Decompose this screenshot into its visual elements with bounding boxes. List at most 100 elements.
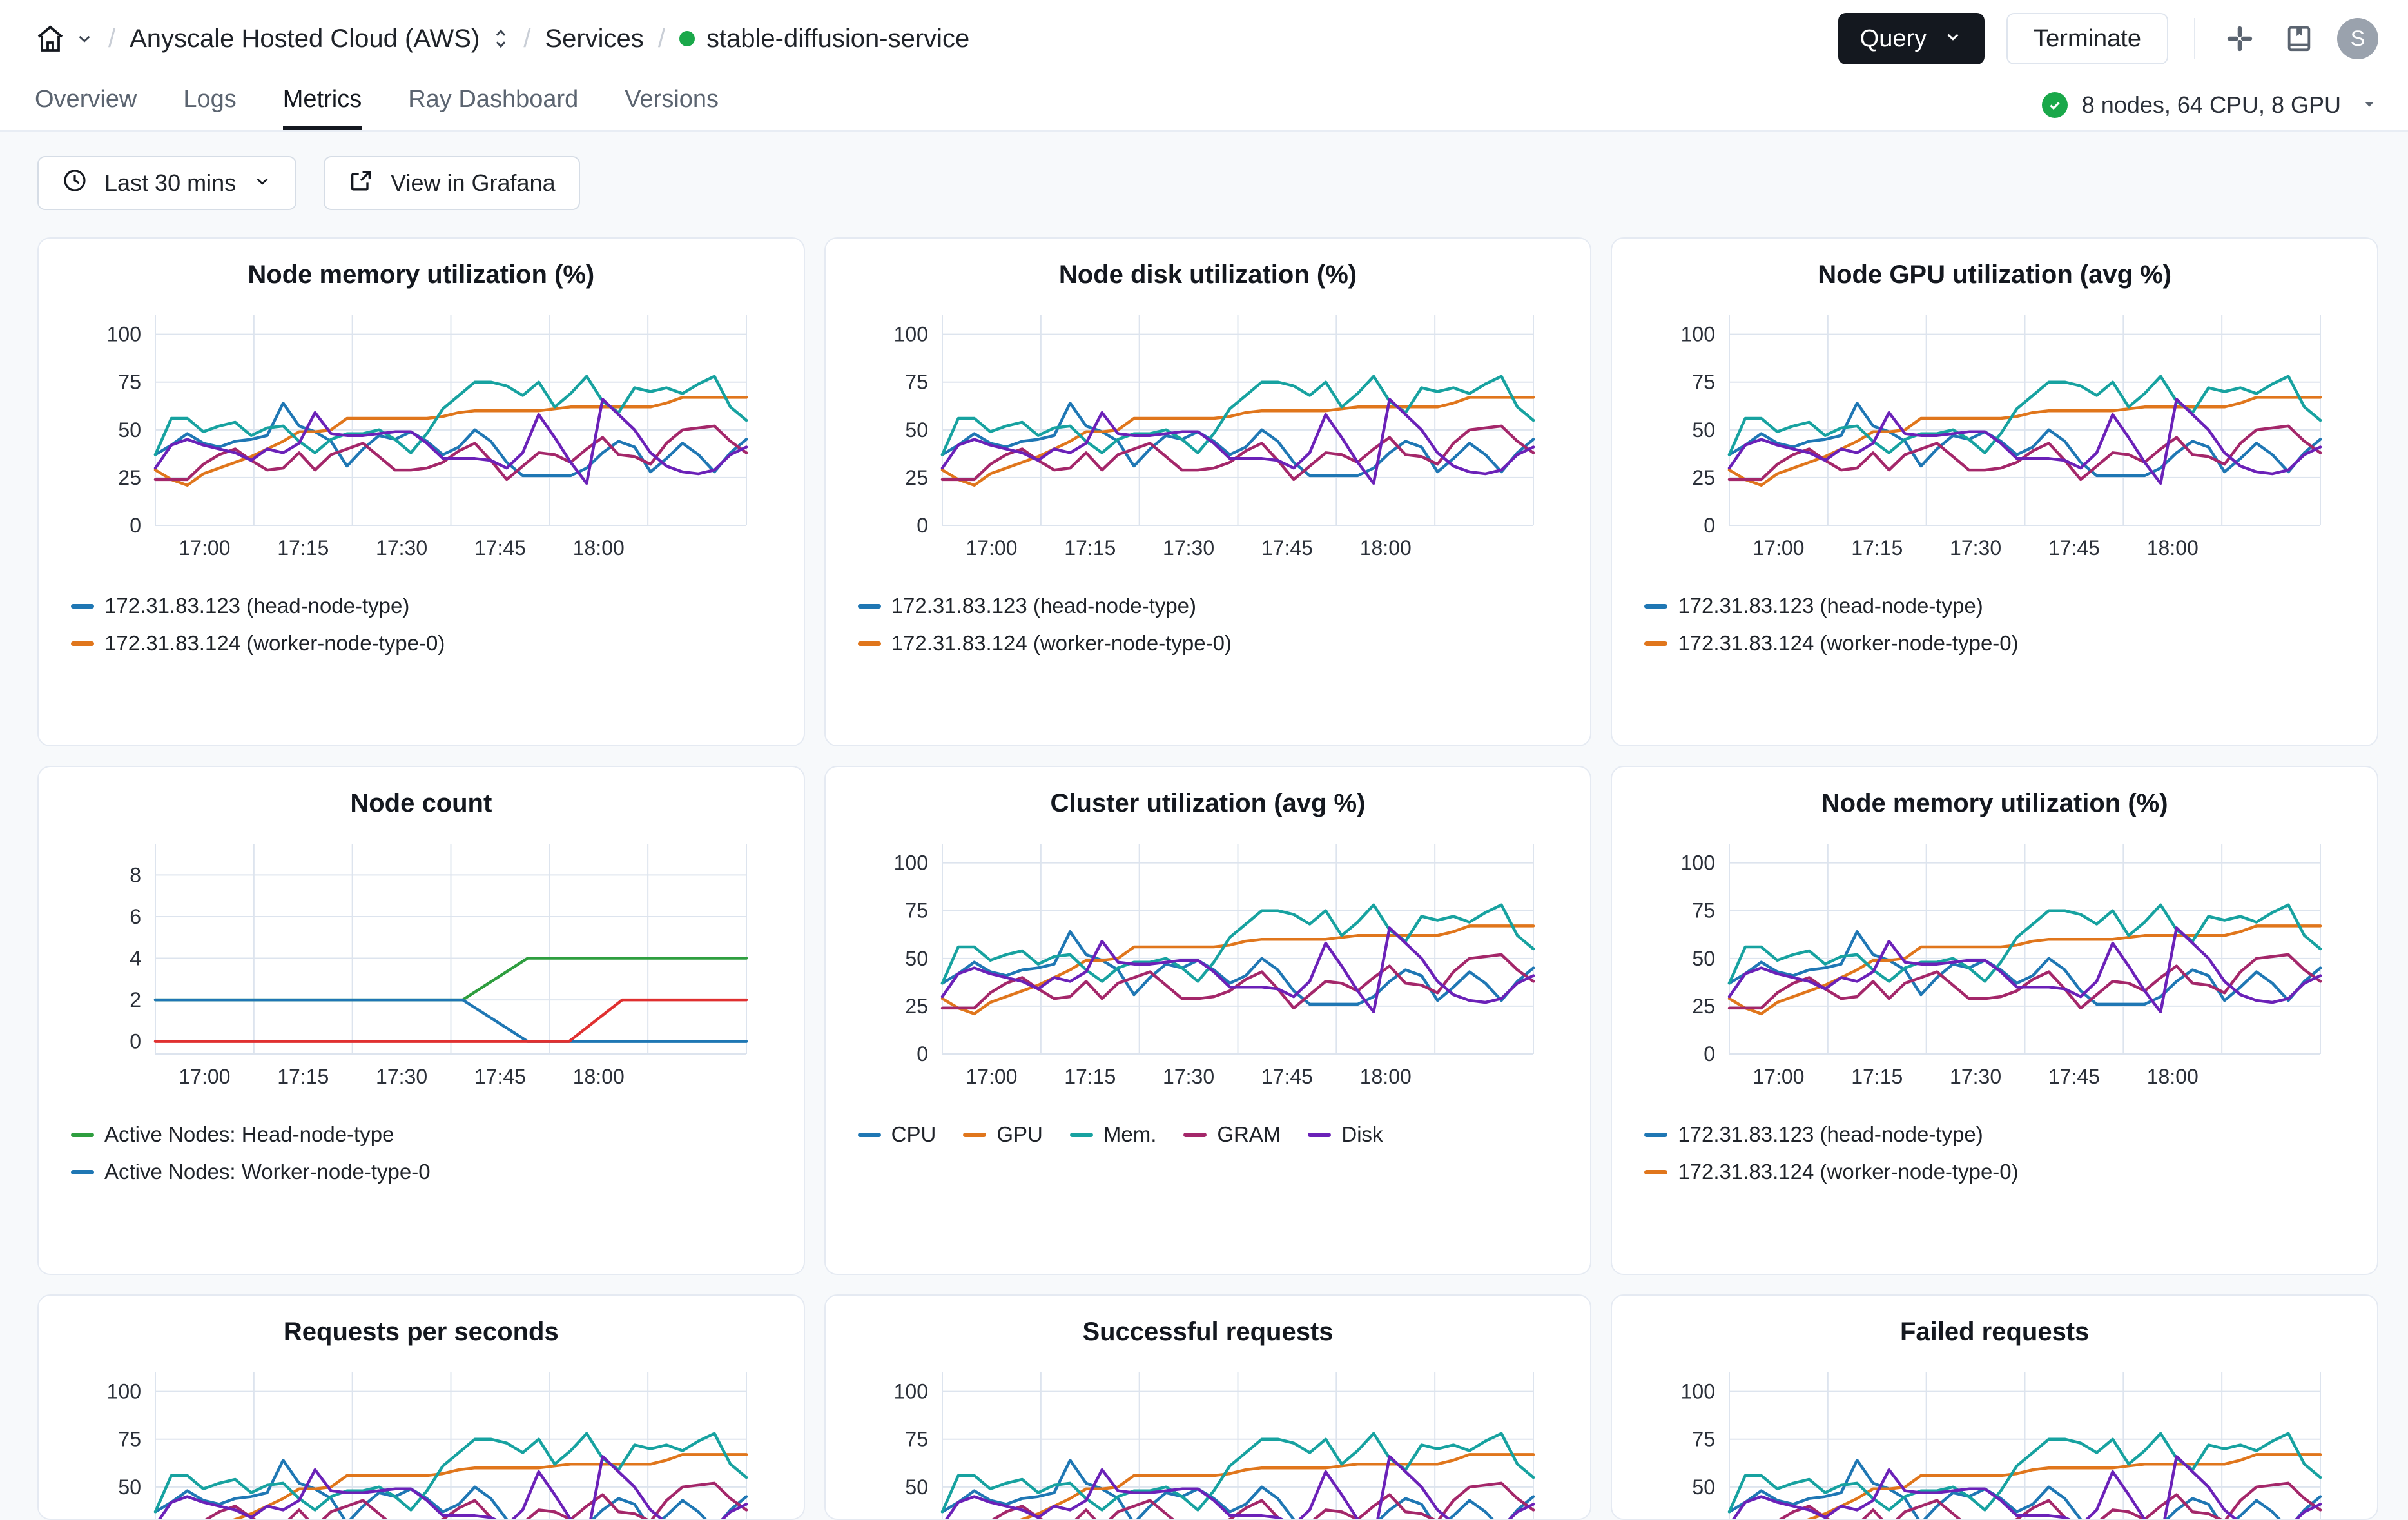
chart-card-node-memory-utilization-1: Node memory utilization (%) 0 25 50 75 100 17… — [37, 237, 805, 746]
legend-label: GRAM — [1217, 1122, 1281, 1146]
legend-item[interactable]: 172.31.83.123 (head-node-type) — [1644, 594, 2358, 618]
legend-item[interactable]: 172.31.83.123 (head-node-type) — [71, 594, 784, 618]
chart-plot[interactable]: 0 25 50 75 100 17:00 17:15 17:30 17:45 18:00 — [1631, 835, 2358, 1112]
tab-logs[interactable]: Logs — [183, 86, 236, 130]
svg-text:18:00: 18:00 — [1360, 536, 1412, 560]
chart-plot[interactable]: 0 25 50 75 100 17:00 17:15 17:30 17:45 18:00 — [58, 306, 784, 583]
cluster-status-chevron-down-icon[interactable] — [2360, 95, 2378, 116]
query-button[interactable]: Query — [1838, 13, 1985, 64]
check-circle-icon — [2041, 92, 2068, 118]
svg-text:17:45: 17:45 — [474, 1065, 526, 1088]
svg-text:100: 100 — [894, 1380, 928, 1403]
chart-plot[interactable]: 100 75 50 — [58, 1363, 784, 1519]
legend-item[interactable]: GPU — [963, 1122, 1043, 1147]
cluster-status[interactable]: 8 nodes, 64 CPU, 8 GPU — [2041, 92, 2378, 130]
avatar[interactable]: S — [2337, 18, 2378, 59]
slack-icon[interactable] — [2221, 20, 2258, 57]
svg-text:50: 50 — [1692, 1476, 1715, 1499]
legend-swatch — [963, 1132, 987, 1137]
legend-item[interactable]: 172.31.83.123 (head-node-type) — [1644, 1122, 2358, 1147]
legend-swatch — [1308, 1132, 1332, 1137]
legend-item[interactable]: 172.31.83.124 (worker-node-type-0) — [71, 631, 784, 656]
chart-card-node-disk-utilization: Node disk utilization (%) 0 25 50 75 100 17:0… — [824, 237, 1592, 746]
chart-title: Node GPU utilization (avg %) — [1818, 260, 2172, 289]
terminate-button[interactable]: Terminate — [2006, 13, 2168, 64]
time-range-chevron-down-icon — [253, 170, 272, 197]
svg-text:25: 25 — [905, 466, 928, 489]
legend-item[interactable]: Mem. — [1069, 1122, 1156, 1147]
svg-text:50: 50 — [1692, 947, 1715, 970]
svg-text:17:30: 17:30 — [376, 536, 427, 560]
legend-item[interactable]: Active Nodes: Head-node-type — [71, 1122, 784, 1147]
view-in-grafana-button[interactable]: View in Grafana — [324, 156, 580, 210]
svg-text:25: 25 — [1692, 995, 1715, 1018]
legend-item[interactable]: CPU — [857, 1122, 936, 1147]
legend-label: 172.31.83.123 (head-node-type) — [1678, 1122, 1983, 1146]
svg-text:25: 25 — [905, 995, 928, 1018]
legend-swatch — [1069, 1132, 1093, 1137]
legend-label: 172.31.83.124 (worker-node-type-0) — [1678, 1160, 2019, 1184]
svg-text:17:45: 17:45 — [2048, 536, 2100, 560]
svg-text:17:15: 17:15 — [1064, 1065, 1116, 1088]
svg-text:50: 50 — [905, 418, 928, 442]
breadcrumb-services[interactable]: Services — [545, 24, 643, 54]
chart-card-failed-requests: Failed requests 100 75 50 — [1611, 1294, 2378, 1520]
chart-plot[interactable]: 0 25 50 75 100 17:00 17:15 17:30 17:45 18:00 — [845, 306, 1571, 583]
svg-text:0: 0 — [917, 514, 928, 537]
cluster-status-label: 8 nodes, 64 CPU, 8 GPU — [2081, 92, 2341, 118]
chart-title: Node memory utilization (%) — [248, 260, 595, 289]
chart-legend: 172.31.83.123 (head-node-type) 172.31.83… — [845, 594, 1571, 656]
legend-item[interactable]: Disk — [1308, 1122, 1383, 1147]
svg-text:17:00: 17:00 — [179, 536, 231, 560]
legend-item[interactable]: 172.31.83.124 (worker-node-type-0) — [857, 631, 1571, 656]
chart-plot[interactable]: 100 75 50 — [845, 1363, 1571, 1519]
legend-item[interactable]: 172.31.83.124 (worker-node-type-0) — [1644, 631, 2358, 656]
query-chevron-down-icon — [1943, 25, 1963, 53]
svg-text:17:00: 17:00 — [1753, 1065, 1804, 1088]
time-range-label: Last 30 mins — [104, 170, 237, 196]
legend-swatch — [1644, 641, 1668, 646]
svg-text:75: 75 — [1692, 371, 1715, 394]
svg-text:75: 75 — [119, 371, 142, 394]
svg-text:50: 50 — [905, 1476, 928, 1499]
chart-plot[interactable]: 0 25 50 75 100 17:00 17:15 17:30 17:45 18:00 — [1631, 306, 2358, 583]
legend-item[interactable]: GRAM — [1183, 1122, 1281, 1147]
chart-card-requests-per-seconds: Requests per seconds 100 75 50 — [37, 1294, 805, 1520]
legend-item[interactable]: Active Nodes: Worker-node-type-0 — [71, 1160, 784, 1184]
home-chevron-down-icon[interactable] — [75, 29, 94, 48]
home-icon[interactable] — [35, 23, 66, 54]
cloud-selector-icon[interactable] — [492, 26, 509, 51]
legend-item[interactable]: 172.31.83.123 (head-node-type) — [857, 594, 1571, 618]
legend-label: 172.31.83.124 (worker-node-type-0) — [891, 631, 1232, 655]
svg-text:100: 100 — [1680, 852, 1714, 875]
svg-text:50: 50 — [1692, 418, 1715, 442]
legend-item[interactable]: 172.31.83.124 (worker-node-type-0) — [1644, 1160, 2358, 1184]
tab-versions[interactable]: Versions — [625, 86, 719, 130]
svg-text:17:15: 17:15 — [1064, 536, 1116, 560]
tab-ray-dashboard[interactable]: Ray Dashboard — [408, 86, 578, 130]
svg-text:8: 8 — [130, 863, 142, 886]
service-status-dot — [679, 31, 695, 46]
svg-text:0: 0 — [1704, 1042, 1715, 1066]
svg-text:75: 75 — [905, 371, 928, 394]
svg-text:17:45: 17:45 — [2048, 1065, 2100, 1088]
legend-swatch — [71, 1132, 94, 1137]
svg-text:17:15: 17:15 — [1851, 1065, 1903, 1088]
view-in-grafana-label: View in Grafana — [391, 170, 556, 196]
legend-label: 172.31.83.123 (head-node-type) — [891, 594, 1197, 618]
legend-swatch — [1644, 1169, 1668, 1174]
tab-overview[interactable]: Overview — [35, 86, 137, 130]
breadcrumb-cloud[interactable]: Anyscale Hosted Cloud (AWS) — [130, 24, 480, 54]
chart-plot[interactable]: 0 25 50 75 100 17:00 17:15 17:30 17:45 18:00 — [845, 835, 1571, 1112]
chart-plot[interactable]: 100 75 50 — [1631, 1363, 2358, 1519]
tab-metrics[interactable]: Metrics — [282, 86, 362, 130]
svg-text:18:00: 18:00 — [573, 536, 625, 560]
legend-swatch — [857, 1132, 881, 1137]
time-range-selector[interactable]: Last 30 mins — [37, 156, 297, 210]
breadcrumb-separator-2: / — [523, 24, 531, 53]
svg-text:18:00: 18:00 — [2146, 1065, 2198, 1088]
chart-plot[interactable]: 0 2 4 6 8 17:00 17:15 17:30 17:45 18:00 — [58, 835, 784, 1112]
legend-swatch — [1644, 603, 1668, 609]
book-icon[interactable] — [2280, 20, 2318, 57]
svg-text:4: 4 — [130, 947, 142, 970]
